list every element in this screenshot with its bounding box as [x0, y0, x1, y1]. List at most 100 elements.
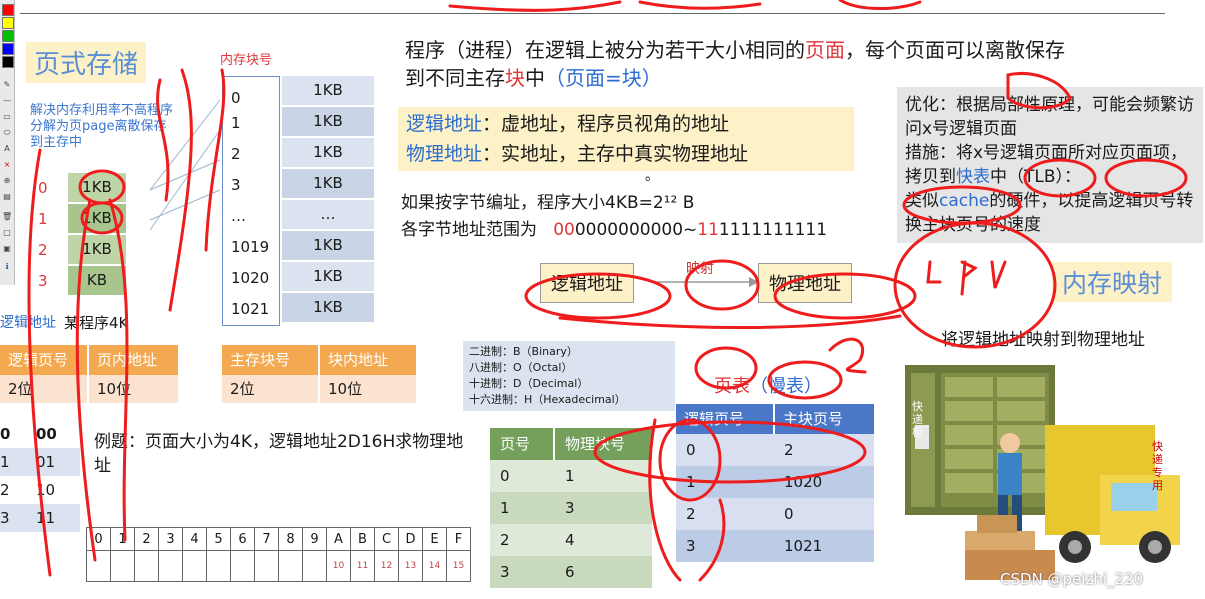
color-swatch-black[interactable]: [2, 56, 14, 68]
headline-equal: （页面=块）: [545, 66, 662, 90]
page-offset-bits: 10位: [87, 375, 178, 403]
col-page-number: 页号: [490, 428, 553, 460]
address-range-text: 各字节地址范围为 000000000000~111111111111: [401, 215, 827, 240]
mem-block-size: 1KB: [282, 76, 374, 107]
page-row: 1 1KB: [38, 203, 126, 234]
copy-icon[interactable]: ▢: [2, 228, 12, 238]
page-table-title-sub: （慢表）: [750, 376, 822, 397]
bits-decimal: 2: [0, 481, 10, 499]
page-number-cell: 0: [500, 467, 510, 485]
highlighter-icon[interactable]: ▤: [2, 192, 12, 202]
bits-binary: 01: [36, 453, 56, 471]
base-octal: 八进制：O（Octal）: [469, 361, 573, 374]
bits-decimal: 1: [0, 453, 10, 471]
ellipse-icon[interactable]: ⬭: [2, 128, 12, 138]
dot: 。: [645, 168, 659, 184]
trash-icon[interactable]: 🗑: [2, 212, 12, 222]
page-number-cell: 1: [500, 499, 510, 517]
col-block-offset: 块内地址: [318, 345, 416, 375]
hex-digit: 3: [158, 527, 183, 551]
hex-value: [278, 550, 303, 582]
mem-block-size: 1KB: [282, 262, 374, 293]
mem-block-size: 1KB: [282, 231, 374, 262]
page-number: 1: [38, 209, 48, 228]
mem-block-number: 1: [231, 114, 241, 132]
annotation-toolbar: ✎ — ▭ ⬭ A × ⊕ ▤ 🗑 ▢ ▣ ℹ: [0, 0, 15, 285]
range-low-bits: 0000000000~: [574, 220, 698, 240]
hex-value: [134, 550, 159, 582]
zoom-icon[interactable]: ⊕: [2, 176, 12, 186]
info-icon[interactable]: ℹ: [2, 262, 12, 272]
hex-digit: F: [446, 527, 471, 551]
mem-block-label: 内存块号: [220, 53, 273, 68]
hex-digit: 2: [134, 527, 159, 551]
main-block-cell: 1020: [784, 473, 823, 491]
memory-block-list: 0 1 2 3 … 1019 1020 1021 1KB 1KB 1KB 1KB…: [222, 76, 374, 326]
logic-address-label: 逻辑地址: [0, 315, 56, 331]
pen-icon[interactable]: ✎: [2, 80, 12, 90]
block-offset-bits: 10位: [318, 375, 416, 403]
hex-value: 13: [398, 550, 423, 582]
hex-digit: E: [422, 527, 447, 551]
page-table-title: 页表（慢表）: [714, 372, 822, 398]
hex-digit: 7: [254, 527, 279, 551]
bits-header-binary: 00: [36, 425, 57, 443]
slide-top-rule: [20, 13, 1165, 14]
clear-icon[interactable]: ×: [2, 160, 12, 170]
mem-block-size: …: [282, 200, 374, 231]
color-swatch-red[interactable]: [2, 4, 14, 16]
hex-value: [158, 550, 183, 582]
map-to-box: 物理地址: [758, 263, 852, 303]
line-icon[interactable]: —: [2, 96, 12, 106]
col-logic-page: 逻辑页号: [0, 345, 88, 375]
main-block-bits: 2位: [222, 375, 318, 403]
mapping-description: 将逻辑地址映射到物理地址: [941, 330, 1145, 350]
hex-digit: 8: [278, 527, 303, 551]
headline-text: ，每个页面可以离散保存: [845, 38, 1065, 62]
hex-digit-table: 0 1 2 3 4 5 6 7 8 9 A B C D E F 10 11 12…: [86, 527, 471, 582]
truck-label: 快递专用: [1152, 440, 1163, 492]
mem-block-number: 1019: [231, 238, 270, 256]
hex-digit: 0: [86, 527, 111, 551]
bits-header-decimal: 0: [0, 425, 11, 443]
note-fast-table: 快表: [956, 167, 990, 187]
page-number: 2: [38, 240, 48, 259]
map-arrow: [655, 277, 759, 287]
hex-value: [230, 550, 255, 582]
page-number-cell: 2: [500, 531, 510, 549]
physical-block-cell: 3: [564, 499, 575, 517]
hex-digit: B: [350, 527, 375, 551]
save-icon[interactable]: ▣: [2, 244, 12, 254]
hex-value: 11: [350, 550, 375, 582]
page-size: 1KB: [68, 204, 126, 233]
color-swatch-blue[interactable]: [2, 43, 14, 55]
note-cache-word: cache: [939, 191, 990, 211]
color-swatch-yellow[interactable]: [2, 17, 14, 29]
headline-text: 程序（进程）在逻辑上被分为若干大小相同的: [405, 38, 805, 62]
mapping-title: 内存映射: [1052, 262, 1173, 302]
text-icon[interactable]: A: [2, 144, 12, 154]
address-definitions: 逻辑地址：虚地址，程序员视角的地址 物理地址：实地址，主存中真实物理地址: [398, 107, 854, 171]
mem-block-number: …: [231, 207, 246, 225]
logic-page-cell: 3: [686, 537, 696, 555]
csdn-watermark: CSDN @peizhi_220: [1000, 570, 1144, 588]
logic-def-text: ：虚地址，程序员视角的地址: [482, 113, 730, 135]
physical-block-cell: 6: [564, 563, 575, 581]
mem-block-size: 1KB: [282, 293, 374, 324]
page-row: 3 KB: [38, 265, 126, 296]
hex-digit: 4: [182, 527, 207, 551]
page-number: 3: [38, 271, 48, 290]
main-block-cell: 1021: [784, 537, 823, 555]
phys-def-text: ：实地址，主存中真实物理地址: [482, 143, 749, 165]
rectangle-icon[interactable]: ▭: [2, 112, 12, 122]
headline-text: 中: [525, 66, 545, 90]
mem-block-size: 1KB: [282, 138, 374, 169]
page-size: 1KB: [68, 235, 126, 264]
page-table-title-main: 页表: [714, 376, 750, 397]
logic-page-cell: 1: [686, 473, 696, 491]
physical-block-cell: 1: [564, 467, 575, 485]
color-swatch-green[interactable]: [2, 30, 14, 42]
headline-text: 到不同主存: [405, 66, 505, 90]
page-row: 2 1KB: [38, 234, 126, 265]
main-address-format: 主存块号 块内地址 2位 10位: [222, 345, 418, 403]
